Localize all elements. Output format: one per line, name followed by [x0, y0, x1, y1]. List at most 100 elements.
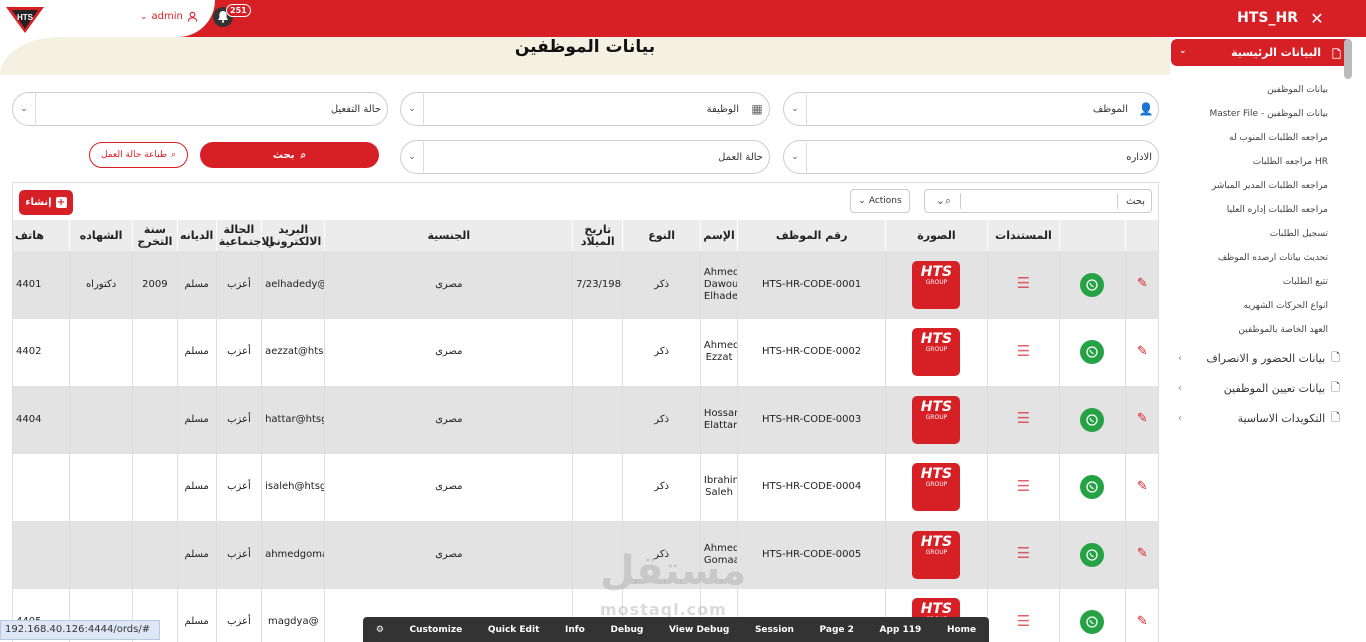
devbar-page[interactable]: Page 2 — [820, 625, 854, 635]
whatsapp-icon[interactable] — [1080, 475, 1105, 500]
column-header-name[interactable]: الإسم — [700, 220, 739, 251]
sidebar-group-label: بيانات الحضور و الانصراف — [1206, 351, 1326, 365]
column-header-code[interactable]: رقم الموظف — [737, 220, 887, 251]
actions-button[interactable]: ⌄ Actions — [850, 189, 910, 213]
department-filter[interactable]: ⌄ الاداره — [783, 140, 1159, 174]
edit-icon[interactable]: ✎ — [1137, 411, 1148, 426]
print-work-status-button[interactable]: طباعة حالة العمل ⌕ — [89, 142, 188, 168]
devbar-debug[interactable]: Debug — [611, 625, 644, 635]
cell-birth — [572, 318, 624, 386]
edit-icon[interactable]: ✎ — [1137, 479, 1148, 494]
cell-docs: ☰ — [987, 588, 1061, 642]
edit-icon[interactable]: ✎ — [1137, 614, 1148, 629]
devbar-app[interactable]: App 119 — [880, 625, 922, 635]
cell-code: HTS-HR-CODE-0002 — [737, 318, 887, 386]
sidebar-item[interactable]: مراجعه الطلبات إداره العليا — [1170, 198, 1328, 222]
column-header-docs[interactable]: المستندات — [987, 220, 1061, 251]
search-icon: ⌕ — [170, 150, 177, 160]
sidebar-group-hiring[interactable]: ‹ بيانات تعيين الموظفين 🗋 — [1178, 375, 1340, 401]
settings-icon[interactable]: ⚙ — [376, 625, 384, 635]
whatsapp-icon[interactable] — [1080, 340, 1105, 365]
whatsapp-icon[interactable] — [1080, 542, 1105, 567]
column-header-religion[interactable]: الديانه — [177, 220, 217, 251]
create-button[interactable]: إنشاء + — [19, 190, 73, 215]
whatsapp-icon[interactable] — [1080, 610, 1105, 635]
cell-birth — [572, 453, 624, 521]
column-header-degree[interactable]: الشهاده — [69, 220, 134, 251]
sidebar-item[interactable]: مراجعه الطلبات HR — [1170, 150, 1328, 174]
sidebar-item[interactable]: بيانات الموظفين — [1170, 78, 1328, 102]
column-header-gender[interactable]: النوع — [622, 220, 701, 251]
sidebar-item[interactable]: Master File - بيانات الموظفين — [1170, 102, 1328, 126]
employee-photo[interactable]: HTSGROUP — [912, 328, 961, 377]
devbar-view-debug[interactable]: View Debug — [669, 625, 729, 635]
cell-nationality: مصرى — [324, 318, 574, 386]
whatsapp-icon[interactable] — [1080, 272, 1105, 297]
documents-icon[interactable]: ☰ — [1017, 544, 1030, 562]
employee-photo[interactable]: HTSGROUP — [912, 463, 961, 512]
notifications-button[interactable]: 251 — [212, 4, 251, 30]
employee-photo[interactable]: HTSGROUP — [912, 260, 961, 309]
cell-phone — [13, 521, 70, 589]
documents-icon[interactable]: ☰ — [1017, 342, 1030, 360]
department-filter-label: الاداره — [1126, 151, 1152, 163]
report-search-input[interactable]: ⌄⌕ بحث — [924, 189, 1152, 213]
column-header-grad-year[interactable]: سنة التخرج — [132, 220, 178, 251]
job-filter[interactable]: ⌄ الوظيفة ▦ — [400, 92, 770, 126]
work-status-filter[interactable]: ⌄ حالة العمل — [400, 140, 770, 174]
column-header-marital[interactable]: الحالة الاجتماعية — [216, 220, 273, 251]
table-row: 4404 مسلمأعزبhattar@htsgroup.netمصرى ذكرHo… — [13, 386, 1158, 454]
sidebar-item[interactable]: تحديث بيانات ارصده الموظف — [1170, 246, 1328, 270]
devbar-customize[interactable]: Customize — [410, 625, 463, 635]
column-header-photo[interactable]: الصورة — [885, 220, 988, 251]
documents-icon[interactable]: ☰ — [1017, 477, 1030, 495]
employee-filter[interactable]: ⌄ الموظف 👤 — [783, 92, 1159, 126]
employee-photo[interactable]: HTSGROUP — [912, 530, 961, 579]
sidebar-item[interactable]: مراجعه الطلبات المدير المباشر — [1170, 174, 1328, 198]
cell-edit: ✎ — [1125, 453, 1158, 521]
sidebar-item[interactable]: انواع الحركات الشهريه — [1170, 294, 1328, 318]
employee-photo[interactable]: HTSGROUP — [912, 395, 961, 444]
column-header-email[interactable]: البريد الالكتروني — [261, 220, 326, 251]
sidebar-group-codes[interactable]: ‹ التكويدات الاساسية 🗋 — [1178, 405, 1340, 431]
column-header-nationality[interactable]: الجنسية — [324, 220, 574, 251]
chevron-down-icon: ⌄ — [791, 104, 799, 114]
sidebar-item[interactable]: تتبع الطلبات — [1170, 270, 1328, 294]
cell-name: Ahmed Dawoud Elhadedy — [700, 251, 739, 319]
edit-icon[interactable]: ✎ — [1137, 276, 1148, 291]
sidebar-item[interactable]: تسجيل الطلبات — [1170, 222, 1328, 246]
sidebar-scrollbar[interactable] — [1344, 39, 1352, 79]
documents-icon[interactable]: ☰ — [1017, 409, 1030, 427]
whatsapp-icon[interactable] — [1080, 407, 1105, 432]
cell-religion: مسلم — [177, 318, 217, 386]
devbar-session[interactable]: Session — [755, 625, 794, 635]
devbar-home[interactable]: Home — [947, 625, 976, 635]
cell-degree — [69, 453, 134, 521]
cell-email: ahmedgomaa@htsgroup.net — [261, 521, 326, 589]
top-bar — [0, 0, 1366, 37]
edit-icon[interactable]: ✎ — [1137, 546, 1148, 561]
cell-edit: ✎ — [1125, 251, 1158, 319]
activation-filter[interactable]: ⌄ حالة التفعيل — [12, 92, 388, 126]
column-header-birth[interactable]: تاريخ الميلاد — [572, 220, 624, 251]
column-header-phone[interactable]: هاتف — [13, 220, 70, 251]
close-icon[interactable]: ✕ — [1306, 7, 1328, 29]
search-icon[interactable]: ⌄⌕ — [927, 193, 961, 209]
edit-icon[interactable]: ✎ — [1137, 344, 1148, 359]
sidebar-group-attendance[interactable]: ‹ بيانات الحضور و الانصراف 🗋 — [1178, 345, 1340, 371]
cell-degree: دكتوراه — [69, 251, 134, 319]
search-button-label: بحث — [272, 149, 295, 161]
sidebar-item-main-data[interactable]: ⌄ البيانات الرئيسية 🗋 — [1171, 39, 1351, 66]
sidebar-item[interactable]: مراجعه الطلبات المنوب له — [1170, 126, 1328, 150]
cell-gender: ذكر — [622, 386, 701, 454]
user-menu[interactable]: ⌄ admin — [140, 11, 198, 22]
sidebar-item[interactable]: العهد الخاصة بالموظفين — [1170, 318, 1328, 342]
documents-icon[interactable]: ☰ — [1017, 274, 1030, 292]
devbar-quick-edit[interactable]: Quick Edit — [488, 625, 540, 635]
search-button[interactable]: بحث ⌕ — [200, 142, 379, 168]
devbar-info[interactable]: Info — [565, 625, 585, 635]
cell-photo: HTSGROUP — [885, 386, 988, 454]
cell-whatsapp — [1059, 521, 1126, 589]
sidebar-group-label: التكويدات الاساسية — [1237, 411, 1326, 425]
documents-icon[interactable]: ☰ — [1017, 612, 1030, 630]
